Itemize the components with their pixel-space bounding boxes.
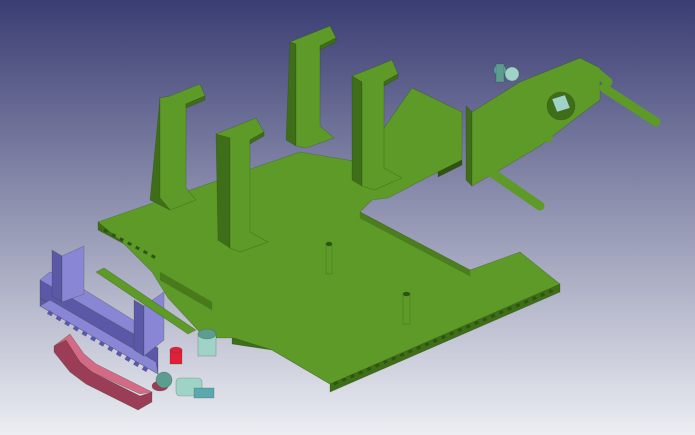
3d-viewport[interactable]	[0, 0, 695, 435]
scene	[0, 0, 695, 435]
pin-2	[402, 291, 411, 325]
pin-1	[325, 241, 333, 275]
red-knob[interactable]	[169, 346, 183, 365]
fitting-1[interactable]	[197, 328, 217, 357]
